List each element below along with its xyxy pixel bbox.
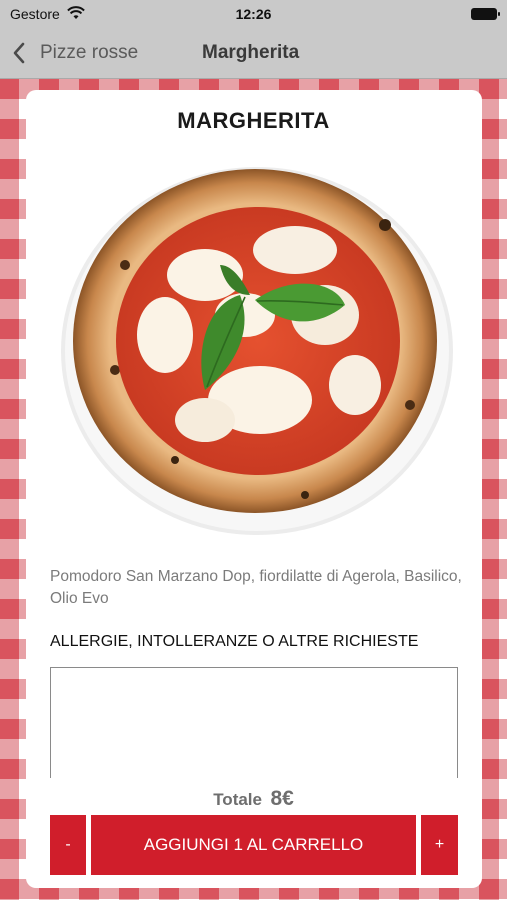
- increase-quantity-button[interactable]: +: [421, 815, 458, 875]
- back-label: Pizze rosse: [40, 42, 139, 63]
- add-to-cart-button[interactable]: AGGIUNGI 1 AL CARRELLO: [91, 815, 416, 875]
- status-time: 12:26: [235, 6, 272, 22]
- product-title: MARGHERITA: [177, 108, 330, 133]
- chevron-left-icon: [13, 42, 25, 64]
- product-description: Pomodoro San Marzano Dop, fiordilatte di…: [50, 568, 462, 607]
- decrease-quantity-button[interactable]: -: [50, 815, 86, 875]
- requests-textarea[interactable]: [50, 667, 458, 778]
- back-button[interactable]: Pizze rosse: [12, 40, 138, 66]
- nav-title: Margherita: [202, 42, 300, 63]
- navigation-bar: Pizze rosse Margherita: [0, 28, 507, 79]
- total-row: Totale 8€: [0, 787, 507, 811]
- status-bar: Gestore 12:26: [0, 0, 507, 28]
- total-value: 8€: [270, 787, 294, 810]
- pizza-image: [61, 167, 453, 535]
- battery-icon: [471, 8, 500, 20]
- total-label: Totale: [213, 790, 262, 809]
- requests-label: ALLERGIE, INTOLLERANZE O ALTRE RICHIESTE: [50, 633, 419, 650]
